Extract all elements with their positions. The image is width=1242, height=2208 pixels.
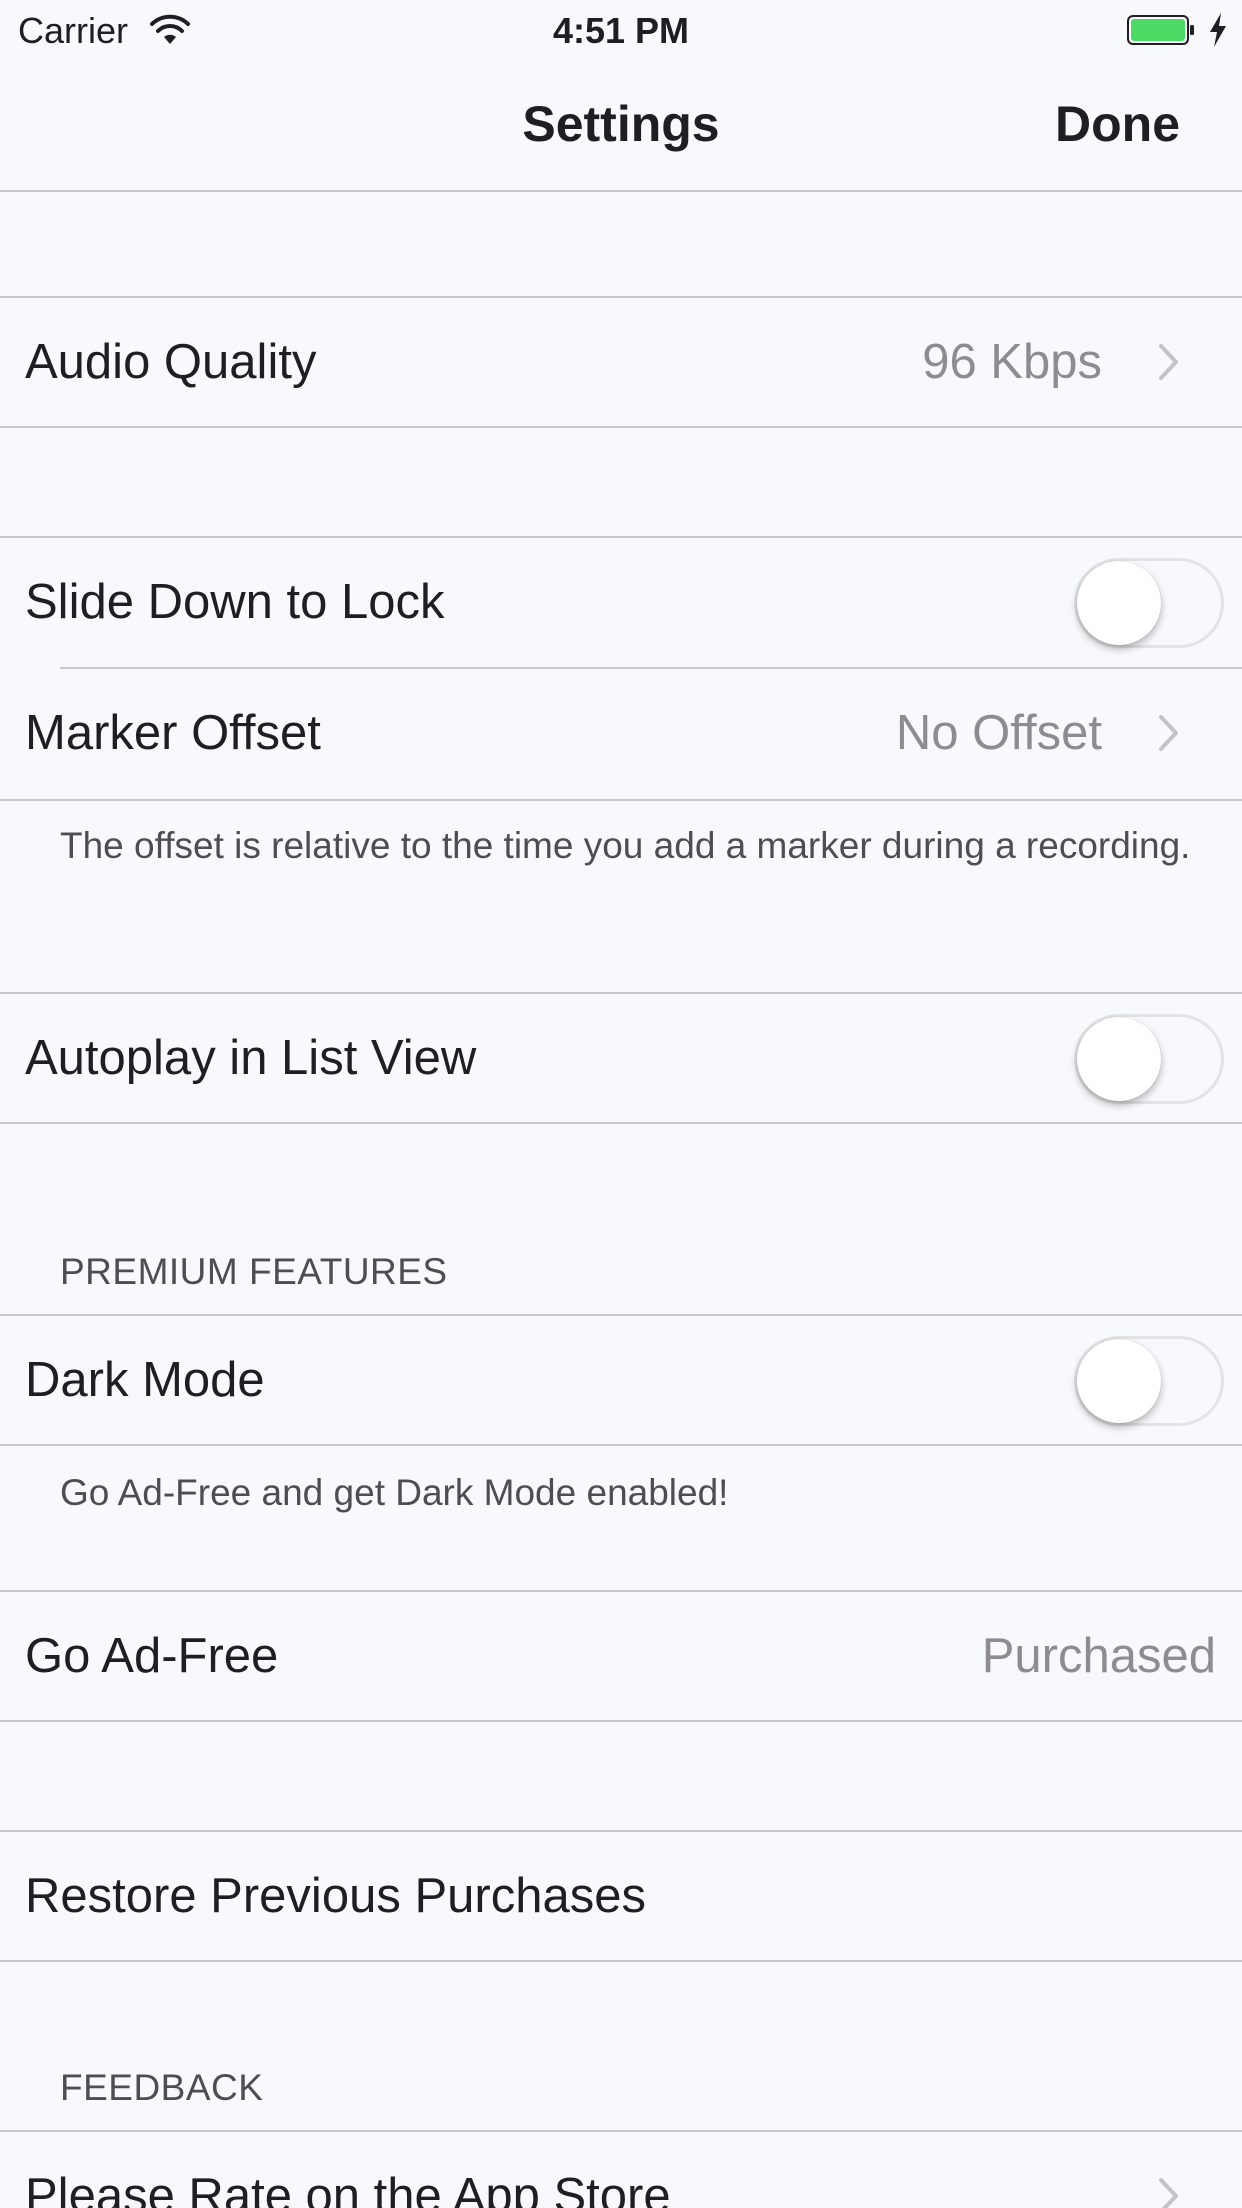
charging-bolt-icon [1210, 13, 1226, 47]
dark-mode-toggle[interactable] [1074, 1336, 1224, 1426]
slide-down-lock-label: Slide Down to Lock [25, 575, 445, 629]
battery-icon [1127, 15, 1194, 45]
chevron-right-icon [1159, 2178, 1178, 2208]
restore-purchases-label: Restore Previous Purchases [25, 1869, 646, 1923]
dark-mode-label: Dark Mode [25, 1353, 265, 1407]
settings-screen: Carrier 4:51 PM Settings Done Audio Qual… [0, 0, 1242, 2208]
go-ad-free-label: Go Ad-Free [25, 1629, 279, 1683]
audio-quality-row[interactable]: Audio Quality 96 Kbps [0, 296, 1242, 428]
rate-app-label: Please Rate on the App Store [25, 2169, 671, 2208]
marker-offset-value: No Offset [895, 706, 1102, 760]
autoplay-label: Autoplay in List View [25, 1031, 477, 1085]
toggle-knob [1077, 1017, 1161, 1101]
feedback-header: FEEDBACK [60, 2067, 264, 2108]
toggle-knob [1077, 561, 1161, 645]
rate-app-row[interactable]: Please Rate on the App Store [0, 2130, 1242, 2208]
slide-down-lock-row: Slide Down to Lock [0, 536, 1242, 668]
dark-mode-footer: Go Ad-Free and get Dark Mode enabled! [60, 1472, 729, 1513]
toggle-knob [1077, 1339, 1161, 1423]
audio-quality-value: 96 Kbps [922, 335, 1102, 389]
marker-offset-label: Marker Offset [25, 706, 321, 760]
restore-purchases-row[interactable]: Restore Previous Purchases [0, 1830, 1242, 1962]
autoplay-row: Autoplay in List View [0, 992, 1242, 1124]
audio-quality-label: Audio Quality [25, 335, 317, 389]
go-ad-free-status: Purchased [981, 1629, 1216, 1683]
chevron-right-icon [1159, 344, 1178, 380]
done-button[interactable]: Done [1055, 96, 1180, 152]
chevron-right-icon [1159, 715, 1178, 751]
slide-down-lock-toggle[interactable] [1074, 558, 1224, 648]
premium-features-header: PREMIUM FEATURES [60, 1251, 448, 1292]
marker-offset-footer: The offset is relative to the time you a… [60, 825, 1191, 866]
navigation-bar: Settings Done [0, 60, 1242, 192]
marker-offset-row[interactable]: Marker Offset No Offset [0, 669, 1242, 801]
autoplay-toggle[interactable] [1074, 1014, 1224, 1104]
status-time: 4:51 PM [552, 10, 690, 51]
status-bar: Carrier 4:51 PM [0, 0, 1242, 60]
dark-mode-row: Dark Mode [0, 1314, 1242, 1446]
go-ad-free-row[interactable]: Go Ad-Free Purchased [0, 1590, 1242, 1722]
